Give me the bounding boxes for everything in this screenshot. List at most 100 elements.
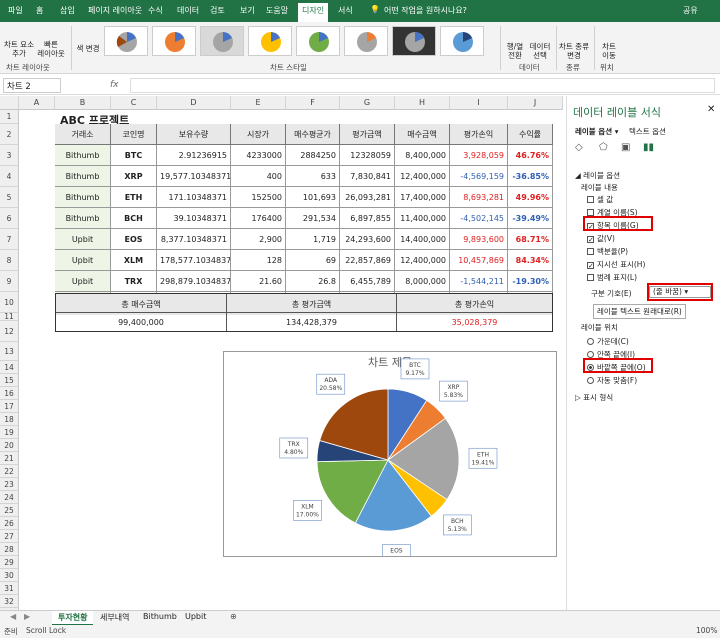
sheet-tab-investment[interactable]: 투자현황 bbox=[52, 611, 94, 626]
table-cell[interactable]: 26,093,281 bbox=[340, 187, 395, 208]
chart-style-thumb[interactable] bbox=[248, 26, 292, 56]
data-label[interactable]: ETH19.41% bbox=[468, 447, 498, 469]
table-cell[interactable]: 298,879.10348371 bbox=[157, 271, 231, 292]
chart-style-thumb[interactable] bbox=[344, 26, 388, 56]
table-cell[interactable]: EOS bbox=[111, 229, 157, 250]
table-cell[interactable]: 8,377.10348371 bbox=[157, 229, 231, 250]
change-colors-button[interactable]: 색 변경 bbox=[73, 44, 103, 53]
close-icon[interactable]: ✕ bbox=[707, 104, 715, 115]
move-chart-button[interactable]: 차트 이동 bbox=[596, 42, 622, 60]
table-cell[interactable]: BTC bbox=[111, 145, 157, 166]
table-cell[interactable]: -4,502,145 bbox=[450, 208, 508, 229]
switch-row-column-button[interactable]: 행/열 전환 bbox=[502, 42, 528, 60]
tab-file[interactable]: 파일 bbox=[8, 5, 23, 16]
table-cell[interactable]: 26.8 bbox=[286, 271, 340, 292]
column-header[interactable]: F bbox=[286, 96, 340, 110]
row-header[interactable]: 22 bbox=[0, 465, 19, 478]
pie-plot[interactable]: BTC9.17% XRP5.83% ETH19.41% BCH5.13% EOS18.0… bbox=[224, 352, 556, 556]
data-label[interactable]: XLM17.00% bbox=[293, 500, 322, 521]
data-label[interactable]: TRX4.80% bbox=[279, 437, 309, 459]
table-cell[interactable]: ETH bbox=[111, 187, 157, 208]
table-cell[interactable]: XLM bbox=[111, 250, 157, 271]
tab-format[interactable]: 서식 bbox=[338, 5, 353, 16]
table-cell[interactable]: -1,544,211 bbox=[450, 271, 508, 292]
table-cell[interactable]: -4,569,159 bbox=[450, 166, 508, 187]
share-button[interactable]: 공유 bbox=[683, 5, 698, 16]
row-header[interactable]: 31 bbox=[0, 582, 19, 595]
fill-line-icon[interactable]: ◇ bbox=[575, 142, 583, 153]
sheet-tab-bithumb[interactable]: Bithumb bbox=[143, 612, 177, 621]
column-header[interactable]: D bbox=[157, 96, 231, 110]
table-cell[interactable]: 8,693,281 bbox=[450, 187, 508, 208]
sheet-tab-details[interactable]: 세부내역 bbox=[100, 612, 129, 623]
formula-input[interactable] bbox=[130, 78, 715, 93]
data-label[interactable]: EOS18.07% bbox=[382, 544, 411, 556]
table-cell[interactable]: 69 bbox=[286, 250, 340, 271]
prev-sheet-icon[interactable]: ◀ bbox=[10, 612, 16, 621]
table-cell[interactable]: XRP bbox=[111, 166, 157, 187]
data-label[interactable]: BTC9.17% bbox=[400, 358, 430, 380]
table-cell[interactable]: 4233000 bbox=[231, 145, 286, 166]
row-header[interactable]: 12 bbox=[0, 321, 19, 342]
row-header[interactable]: 1 bbox=[0, 110, 19, 124]
column-header[interactable]: B bbox=[55, 96, 111, 110]
row-header[interactable]: 7 bbox=[0, 229, 19, 250]
column-header[interactable]: I bbox=[450, 96, 508, 110]
center-radio[interactable]: 가운데(C) bbox=[587, 336, 629, 347]
row-header[interactable]: 30 bbox=[0, 569, 19, 582]
chart-style-thumb[interactable] bbox=[152, 26, 196, 56]
table-cell[interactable]: Bithumb bbox=[55, 166, 111, 187]
row-header[interactable]: 8 bbox=[0, 250, 19, 271]
change-chart-type-button[interactable]: 차트 종류 변경 bbox=[557, 42, 591, 60]
effects-icon[interactable]: ⬠ bbox=[599, 142, 608, 153]
table-cell[interactable]: 11,400,000 bbox=[395, 208, 450, 229]
data-label[interactable]: BCH5.13% bbox=[443, 514, 472, 536]
table-cell[interactable]: 12,400,000 bbox=[395, 166, 450, 187]
table-cell[interactable]: 3,928,059 bbox=[450, 145, 508, 166]
tab-view[interactable]: 보기 bbox=[240, 5, 255, 16]
row-header[interactable]: 10 bbox=[0, 292, 19, 313]
row-header[interactable]: 4 bbox=[0, 166, 19, 187]
row-header[interactable]: 6 bbox=[0, 208, 19, 229]
select-all-corner[interactable] bbox=[0, 96, 19, 110]
table-cell[interactable]: 22,857,869 bbox=[340, 250, 395, 271]
sheet-tab-upbit[interactable]: Upbit bbox=[185, 612, 206, 621]
row-header[interactable]: 21 bbox=[0, 452, 19, 465]
percentage-checkbox[interactable]: 백분율(P) bbox=[587, 246, 628, 257]
row-header[interactable]: 28 bbox=[0, 543, 19, 556]
row-header[interactable]: 23 bbox=[0, 478, 19, 491]
table-cell[interactable]: -36.85% bbox=[508, 166, 553, 187]
table-cell[interactable]: 2884250 bbox=[286, 145, 340, 166]
table-cell[interactable]: 176400 bbox=[231, 208, 286, 229]
column-header[interactable]: A bbox=[19, 96, 55, 110]
table-cell[interactable]: -19.30% bbox=[508, 271, 553, 292]
column-header[interactable]: H bbox=[395, 96, 450, 110]
tab-insert[interactable]: 삽입 bbox=[60, 5, 75, 16]
table-cell[interactable]: 19,577.10348371 bbox=[157, 166, 231, 187]
tab-formulas[interactable]: 수식 bbox=[148, 5, 163, 16]
tab-page-layout[interactable]: 페이지 레이아웃 bbox=[88, 5, 142, 16]
table-cell[interactable]: Bithumb bbox=[55, 187, 111, 208]
add-sheet-icon[interactable]: ⊕ bbox=[230, 612, 237, 621]
row-header[interactable]: 3 bbox=[0, 145, 19, 166]
table-cell[interactable]: 14,400,000 bbox=[395, 229, 450, 250]
worksheet-grid[interactable]: A B C D E F G H I J 1 2 3 4 5 6 7 8 9 10 11 12 13 14 1… bbox=[0, 96, 563, 610]
table-cell[interactable]: 17,400,000 bbox=[395, 187, 450, 208]
section-number-format[interactable]: ▷ 표시 형식 bbox=[575, 392, 613, 403]
size-properties-icon[interactable]: ▣ bbox=[621, 142, 630, 153]
column-header[interactable]: G bbox=[340, 96, 395, 110]
table-cell[interactable]: Upbit bbox=[55, 250, 111, 271]
chart-style-thumb[interactable] bbox=[392, 26, 436, 56]
table-cell[interactable]: 1,719 bbox=[286, 229, 340, 250]
tab-data[interactable]: 데이터 bbox=[177, 5, 199, 16]
data-label[interactable]: ADA20.58% bbox=[316, 373, 346, 395]
table-cell[interactable]: 633 bbox=[286, 166, 340, 187]
tab-design[interactable]: 디자인 bbox=[298, 3, 329, 22]
add-chart-element-button[interactable]: 차트 요소 추가 bbox=[2, 40, 36, 58]
table-cell[interactable]: 2,900 bbox=[231, 229, 286, 250]
row-header[interactable]: 5 bbox=[0, 187, 19, 208]
row-header[interactable]: 11 bbox=[0, 313, 19, 321]
table-cell[interactable]: 68.71% bbox=[508, 229, 553, 250]
table-cell[interactable]: 21.60 bbox=[231, 271, 286, 292]
next-sheet-icon[interactable]: ▶ bbox=[24, 612, 30, 621]
